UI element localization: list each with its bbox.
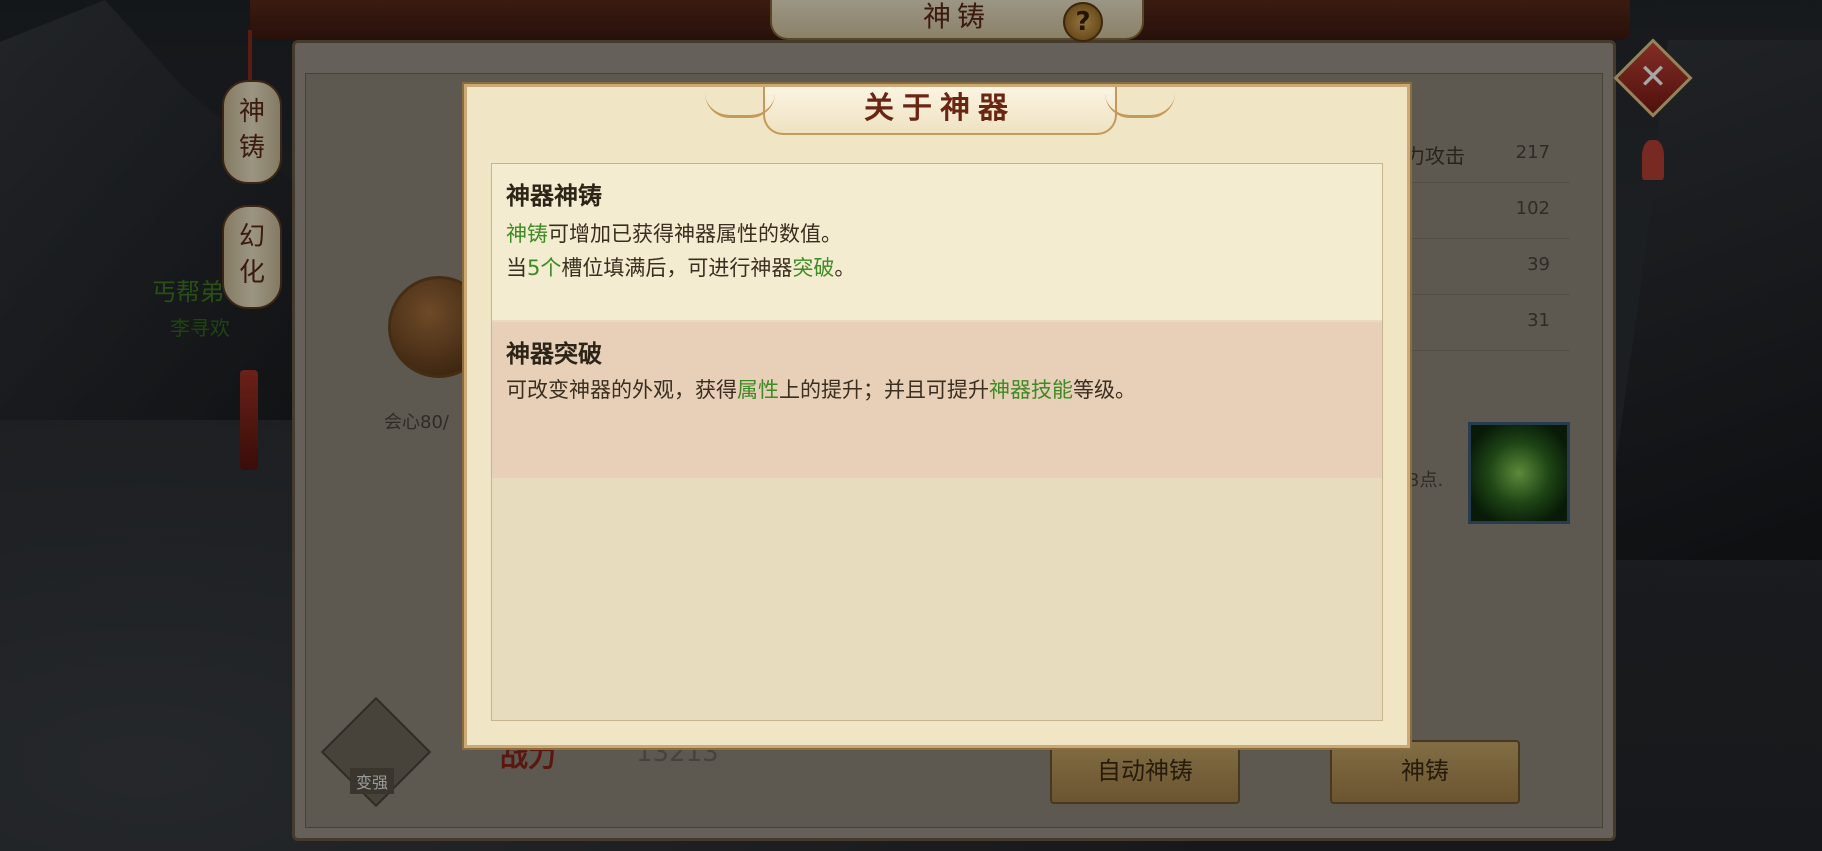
section-line: 可改变神器的外观，获得属性上的提升；并且可提升神器技能等级。 (506, 374, 1136, 404)
dialog-title-plaque: 关于神器 (705, 87, 1175, 135)
highlight-text: 属性 (737, 378, 779, 402)
body-text: 。 (834, 256, 856, 280)
highlight-text: 突破 (792, 256, 835, 280)
section-heading: 神器神铸 (506, 182, 602, 210)
forge-info-section: 神器神铸 神铸可增加已获得神器属性的数值。 当5个槽位填满后，可进行神器突破。 (492, 164, 1382, 320)
body-text: 当 (506, 256, 527, 280)
section-line: 当5个槽位填满后，可进行神器突破。 (506, 252, 855, 282)
breakthrough-info-section: 神器突破 可改变神器的外观，获得属性上的提升；并且可提升神器技能等级。 (492, 322, 1382, 478)
body-text: 可增加已获得神器属性的数值。 (548, 222, 842, 246)
dialog-content: 神器神铸 神铸可增加已获得神器属性的数值。 当5个槽位填满后，可进行神器突破。 … (491, 163, 1383, 721)
highlight-text: 5个 (527, 256, 562, 280)
about-artifact-dialog: 关于神器 神器神铸 神铸可增加已获得神器属性的数值。 当5个槽位填满后，可进行神… (464, 84, 1410, 748)
section-heading: 神器突破 (506, 340, 602, 368)
body-text: 可改变神器的外观，获得 (506, 378, 737, 402)
body-text: 上的提升；并且可提升 (779, 378, 989, 402)
highlight-text: 神铸 (506, 222, 548, 246)
dialog-title: 关于神器 (864, 91, 1016, 126)
body-text: 槽位填满后，可进行神器 (561, 256, 793, 280)
body-text: 等级。 (1073, 378, 1136, 402)
highlight-text: 神器技能 (989, 378, 1073, 402)
section-line: 神铸可增加已获得神器属性的数值。 (506, 218, 842, 248)
